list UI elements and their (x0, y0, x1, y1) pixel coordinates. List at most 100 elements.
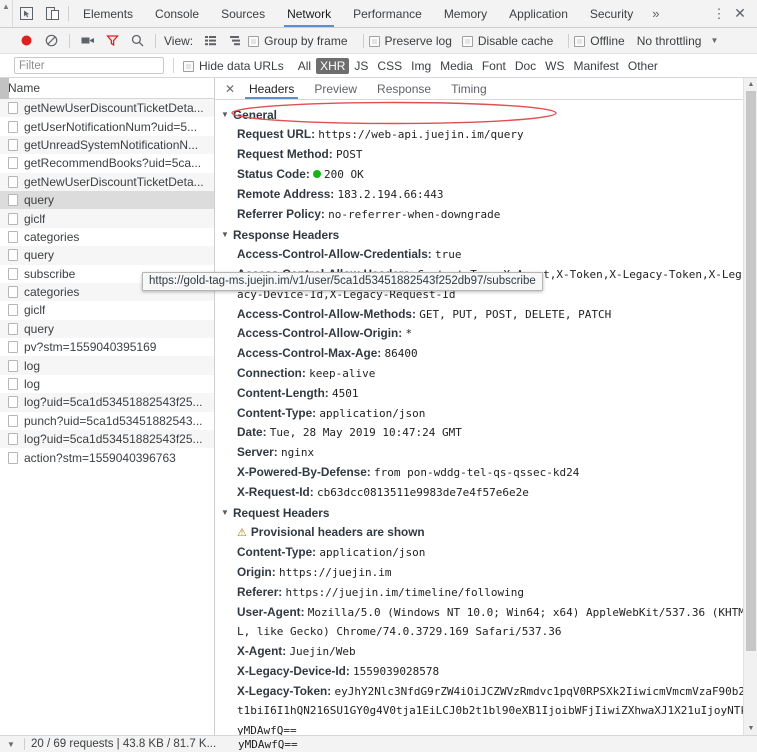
filter-type-img[interactable]: Img (407, 58, 435, 74)
request-row[interactable]: log?uid=5ca1d53451882543f25... (0, 393, 214, 412)
request-name: giclf (24, 303, 46, 318)
request-row[interactable]: getUnreadSystemNotificationN... (0, 135, 214, 155)
filter-type-js[interactable]: JS (350, 58, 372, 74)
request-row[interactable]: getNewUserDiscountTicketDeta... (0, 99, 214, 118)
waterfall-view-icon[interactable] (223, 34, 248, 47)
filter-input[interactable]: Filter (14, 57, 164, 74)
group-by-frame-checkbox[interactable]: Group by frame (248, 34, 348, 48)
tab-timing[interactable]: Timing (441, 78, 497, 99)
tab-sources[interactable]: Sources (210, 0, 276, 27)
document-icon (8, 378, 18, 391)
request-row[interactable]: log (0, 375, 214, 393)
response-header-key: Access-Control-Max-Age: (237, 346, 385, 361)
response-header-value: GET, PUT, POST, DELETE, PATCH (419, 307, 612, 321)
detail-scroll-thumb[interactable] (746, 91, 756, 651)
tab-security[interactable]: Security (579, 0, 644, 27)
tab-console[interactable]: Console (144, 0, 210, 27)
filter-type-doc[interactable]: Doc (511, 58, 540, 74)
device-toolbar-icon[interactable] (39, 0, 65, 27)
filter-funnel-icon[interactable] (100, 34, 125, 47)
list-view-icon[interactable] (198, 34, 223, 47)
tab-performance[interactable]: Performance (342, 0, 433, 27)
request-row[interactable]: action?stm=1559040396763 (0, 448, 214, 466)
throttling-select[interactable]: No throttling (637, 34, 702, 48)
search-icon[interactable] (125, 34, 150, 47)
record-button-icon[interactable] (14, 34, 39, 47)
checkbox-box[interactable] (368, 36, 380, 47)
tab-memory[interactable]: Memory (433, 0, 498, 27)
inspect-element-icon[interactable] (13, 0, 39, 27)
more-tabs-chevron-icon[interactable]: » (644, 0, 667, 27)
filter-type-ws[interactable]: WS (541, 58, 568, 74)
detail-scrollbar[interactable]: ▲ ▼ (743, 78, 757, 735)
url-tooltip-text: https://gold-tag-ms.juejin.im/v1/user/5c… (149, 275, 536, 287)
filter-type-css[interactable]: CSS (373, 58, 406, 74)
filter-type-manifest[interactable]: Manifest (570, 58, 623, 74)
tab-network[interactable]: Network (276, 0, 342, 27)
tab-preview[interactable]: Preview (304, 78, 367, 99)
filter-type-other[interactable]: Other (624, 58, 662, 74)
request-name: categories (24, 229, 80, 244)
request-header-value: t1biI6I1hQN216SU1GY0g4V0tja1EiLCJ0b2t1bl… (237, 704, 747, 718)
filter-type-all[interactable]: All (294, 58, 315, 74)
request-name: getUserNotificationNum?uid=5... (24, 119, 198, 134)
request-row[interactable]: log (0, 356, 214, 375)
filter-type-xhr[interactable]: XHR (316, 57, 350, 74)
request-header-key: User-Agent: (237, 604, 308, 619)
request-list-column-header[interactable]: Name (0, 78, 214, 99)
checkbox-box[interactable] (183, 61, 194, 72)
devtools-window: ▲ Elements Console Sources Network Perfo… (0, 0, 757, 752)
toolbar-divider (362, 33, 364, 48)
request-row[interactable]: query (0, 246, 214, 265)
request-row[interactable]: punch?uid=5ca1d53451882543... (0, 412, 214, 430)
request-header-row: X-Legacy-Device-Id: 1559039028578 (215, 662, 757, 682)
hide-data-urls-checkbox[interactable]: Hide data URLs (183, 59, 284, 73)
response-header-row: Server: nginx (215, 443, 757, 463)
tab-application[interactable]: Application (498, 0, 579, 27)
kebab-menu-icon[interactable]: ⋮ (709, 6, 729, 22)
toolbar-divider (568, 33, 570, 48)
request-row[interactable]: pv?stm=1559040395169 (0, 338, 214, 356)
close-icon[interactable]: ✕ (729, 5, 751, 22)
filter-type-media[interactable]: Media (436, 58, 477, 74)
left-rail: ▲ (0, 0, 13, 27)
section-response-headers-title: Response Headers (233, 227, 340, 242)
tab-headers[interactable]: Headers (239, 78, 304, 99)
request-row[interactable]: query (0, 319, 214, 339)
response-header-value: application/json (319, 406, 426, 420)
section-response-headers-header[interactable]: ▼ Response Headers (215, 226, 757, 245)
tab-elements-label: Elements (83, 6, 134, 21)
response-header-value: nginx (280, 446, 315, 460)
chevron-down-icon[interactable]: ▼ (710, 36, 718, 45)
request-row[interactable]: getNewUserDiscountTicketDeta... (0, 172, 214, 191)
checkbox-box[interactable] (248, 36, 260, 47)
tab-elements[interactable]: Elements (72, 0, 144, 27)
general-rows: Request URL: https://web-api.juejin.im/q… (215, 125, 757, 224)
request-row[interactable]: giclf (0, 301, 214, 319)
request-row[interactable]: getRecommendBooks?uid=5ca... (0, 154, 214, 172)
request-row[interactable]: giclf (0, 209, 214, 228)
request-row[interactable]: log?uid=5ca1d53451882543f25... (0, 430, 214, 449)
filter-type-font[interactable]: Font (478, 58, 510, 74)
close-detail-icon[interactable]: ✕ (221, 78, 239, 99)
offline-checkbox[interactable]: Offline (574, 34, 625, 48)
disable-cache-checkbox[interactable]: Disable cache (461, 34, 553, 48)
clear-icon[interactable] (39, 34, 64, 47)
hide-data-urls-label: Hide data URLs (199, 58, 284, 73)
scroll-up-arrow-icon[interactable]: ▲ (744, 78, 757, 91)
tab-performance-label: Performance (353, 6, 422, 21)
devtools-tabbar: ▲ Elements Console Sources Network Perfo… (0, 0, 757, 28)
general-key: Status Code: (237, 166, 314, 181)
tab-response[interactable]: Response (367, 78, 441, 99)
request-row[interactable]: query (0, 190, 214, 210)
scroll-down-arrow-icon[interactable]: ▼ (744, 722, 757, 735)
camera-icon[interactable] (75, 34, 100, 47)
request-row[interactable]: getUserNotificationNum?uid=5... (0, 117, 214, 135)
preserve-log-checkbox[interactable]: Preserve log (368, 34, 452, 48)
checkbox-box[interactable] (461, 36, 473, 47)
checkbox-box[interactable] (574, 36, 586, 47)
section-general-header[interactable]: ▼ General (215, 106, 757, 125)
section-request-headers-header[interactable]: ▼ Request Headers (215, 504, 757, 523)
status-caret-icon[interactable]: ▼ (4, 740, 18, 749)
request-row[interactable]: categories (0, 228, 214, 246)
